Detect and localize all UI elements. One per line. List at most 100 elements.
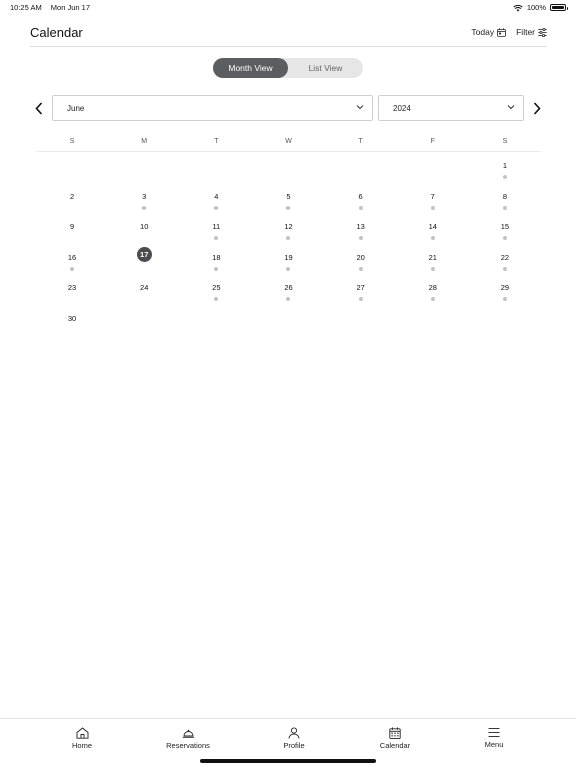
today-button[interactable]: Today (471, 27, 506, 37)
tab-label: Profile (283, 741, 305, 750)
calendar-day[interactable]: 15 (469, 214, 541, 245)
tab-reservations[interactable]: Reservations (148, 727, 228, 750)
wifi-icon (513, 4, 523, 11)
day-number: 25 (212, 283, 221, 292)
calendar-day[interactable]: 30 (36, 306, 108, 337)
day-number: 14 (428, 222, 437, 231)
event-indicator-dot (358, 297, 363, 301)
calendar-day[interactable]: 21 (397, 245, 469, 276)
calendar-day[interactable]: 9 (36, 214, 108, 245)
event-indicator-dot (502, 175, 507, 179)
day-number: 29 (500, 283, 510, 292)
list-view-tab[interactable]: List View (288, 58, 363, 78)
calendar-day[interactable]: 3 (108, 184, 180, 215)
calendar-day[interactable]: 25 (180, 275, 252, 306)
sliders-icon (538, 27, 547, 37)
event-indicator-dot (502, 266, 507, 271)
calendar-day[interactable]: 29 (469, 275, 541, 306)
next-month-button[interactable] (527, 96, 547, 120)
calendar-day[interactable]: 14 (397, 214, 469, 245)
day-number: 22 (500, 252, 510, 262)
year-select[interactable]: 2024 (378, 95, 524, 121)
calendar-day[interactable]: 28 (397, 275, 469, 306)
home-icon (76, 727, 88, 739)
tab-label: Home (71, 741, 92, 750)
calendar-day[interactable]: 1 (469, 153, 541, 184)
calendar-day[interactable]: 19 (252, 245, 324, 276)
calendar-day[interactable]: 12 (252, 214, 324, 245)
previous-month-button[interactable] (29, 96, 49, 120)
day-number: 12 (284, 222, 293, 231)
calendar-day[interactable]: 8 (469, 184, 541, 215)
calendar-day[interactable]: 6 (325, 184, 397, 215)
day-number: 3 (142, 191, 147, 201)
calendar-grid: 1 2 3 4 5 6 7 8 9 10 11 12 13 14 15 16 17 18 19 20 21 22 23 24 2… (36, 153, 541, 336)
tab-label: Reservations (166, 741, 210, 750)
weekday-label: F (430, 138, 435, 145)
filter-label: Filter (516, 27, 535, 37)
chevron-left-icon (35, 101, 43, 115)
event-indicator-dot (430, 297, 435, 301)
status-date: Mon Jun 17 (50, 3, 90, 12)
calendar-day[interactable]: 7 (397, 184, 469, 215)
calendar-day[interactable]: 5 (252, 184, 324, 215)
weekday-header: S M T W T F S (36, 138, 541, 152)
day-number: 9 (69, 222, 75, 231)
day-number: 4 (214, 191, 219, 201)
event-indicator-dot (286, 205, 291, 210)
tab-menu[interactable]: Menu (454, 727, 534, 749)
day-number: 15 (500, 222, 510, 231)
day-number: 28 (428, 283, 437, 292)
day-number: 6 (358, 191, 363, 201)
day-number: 24 (140, 283, 149, 292)
day-number: 23 (67, 283, 77, 292)
calendar-day[interactable]: 2 (36, 184, 108, 215)
chevron-down-icon (356, 105, 364, 110)
event-indicator-dot (214, 236, 219, 240)
calendar-day[interactable]: 10 (108, 214, 180, 245)
weekday-label: M (141, 138, 148, 145)
calendar-day[interactable]: 4 (180, 184, 252, 215)
day-number: 11 (212, 222, 221, 231)
calendar-empty-cell (180, 153, 252, 184)
month-select[interactable]: June (52, 95, 373, 121)
day-number: 27 (356, 283, 365, 292)
tab-label: Calendar (379, 741, 411, 750)
event-indicator-dot (502, 236, 507, 240)
calendar-day[interactable]: 16 (36, 245, 108, 276)
event-indicator-dot (214, 205, 219, 210)
calendar-day[interactable]: 13 (325, 214, 397, 245)
calendar-empty-cell (325, 153, 397, 184)
calendar-day[interactable]: 18 (180, 245, 252, 276)
calendar-day[interactable]: 26 (252, 275, 324, 306)
tab-profile[interactable]: Profile (254, 727, 334, 750)
event-indicator-dot (286, 297, 291, 301)
event-indicator-dot (214, 297, 219, 301)
event-indicator-dot (502, 297, 507, 301)
calendar-empty-cell (108, 153, 180, 184)
day-number: 1 (502, 161, 507, 170)
month-view-tab[interactable]: Month View (213, 58, 288, 78)
calendar-day[interactable]: 20 (325, 245, 397, 276)
calendar-empty-cell (252, 153, 324, 184)
calendar-day[interactable]: 23 (36, 275, 108, 306)
calendar-day-today[interactable]: 17 (108, 245, 180, 276)
calendar-day[interactable]: 27 (325, 275, 397, 306)
day-number: 19 (284, 252, 293, 262)
calendar-day[interactable]: 11 (180, 214, 252, 245)
calendar-empty-cell (36, 153, 108, 184)
calendar-empty-cell (397, 153, 469, 184)
month-select-value: June (67, 103, 85, 113)
tab-home[interactable]: Home (42, 727, 122, 750)
calendar-day[interactable]: 22 (469, 245, 541, 276)
status-bar: 10:25 AM Mon Jun 17 100% (0, 0, 576, 16)
tab-calendar[interactable]: Calendar (355, 727, 435, 750)
weekday-label: S (502, 138, 508, 145)
battery-icon (550, 4, 568, 11)
cloche-icon (182, 729, 194, 738)
filter-button[interactable]: Filter (516, 27, 547, 37)
event-indicator-dot (502, 205, 507, 210)
calendar-today-icon (497, 27, 506, 37)
event-indicator-dot (70, 266, 75, 271)
calendar-day[interactable]: 24 (108, 275, 180, 306)
